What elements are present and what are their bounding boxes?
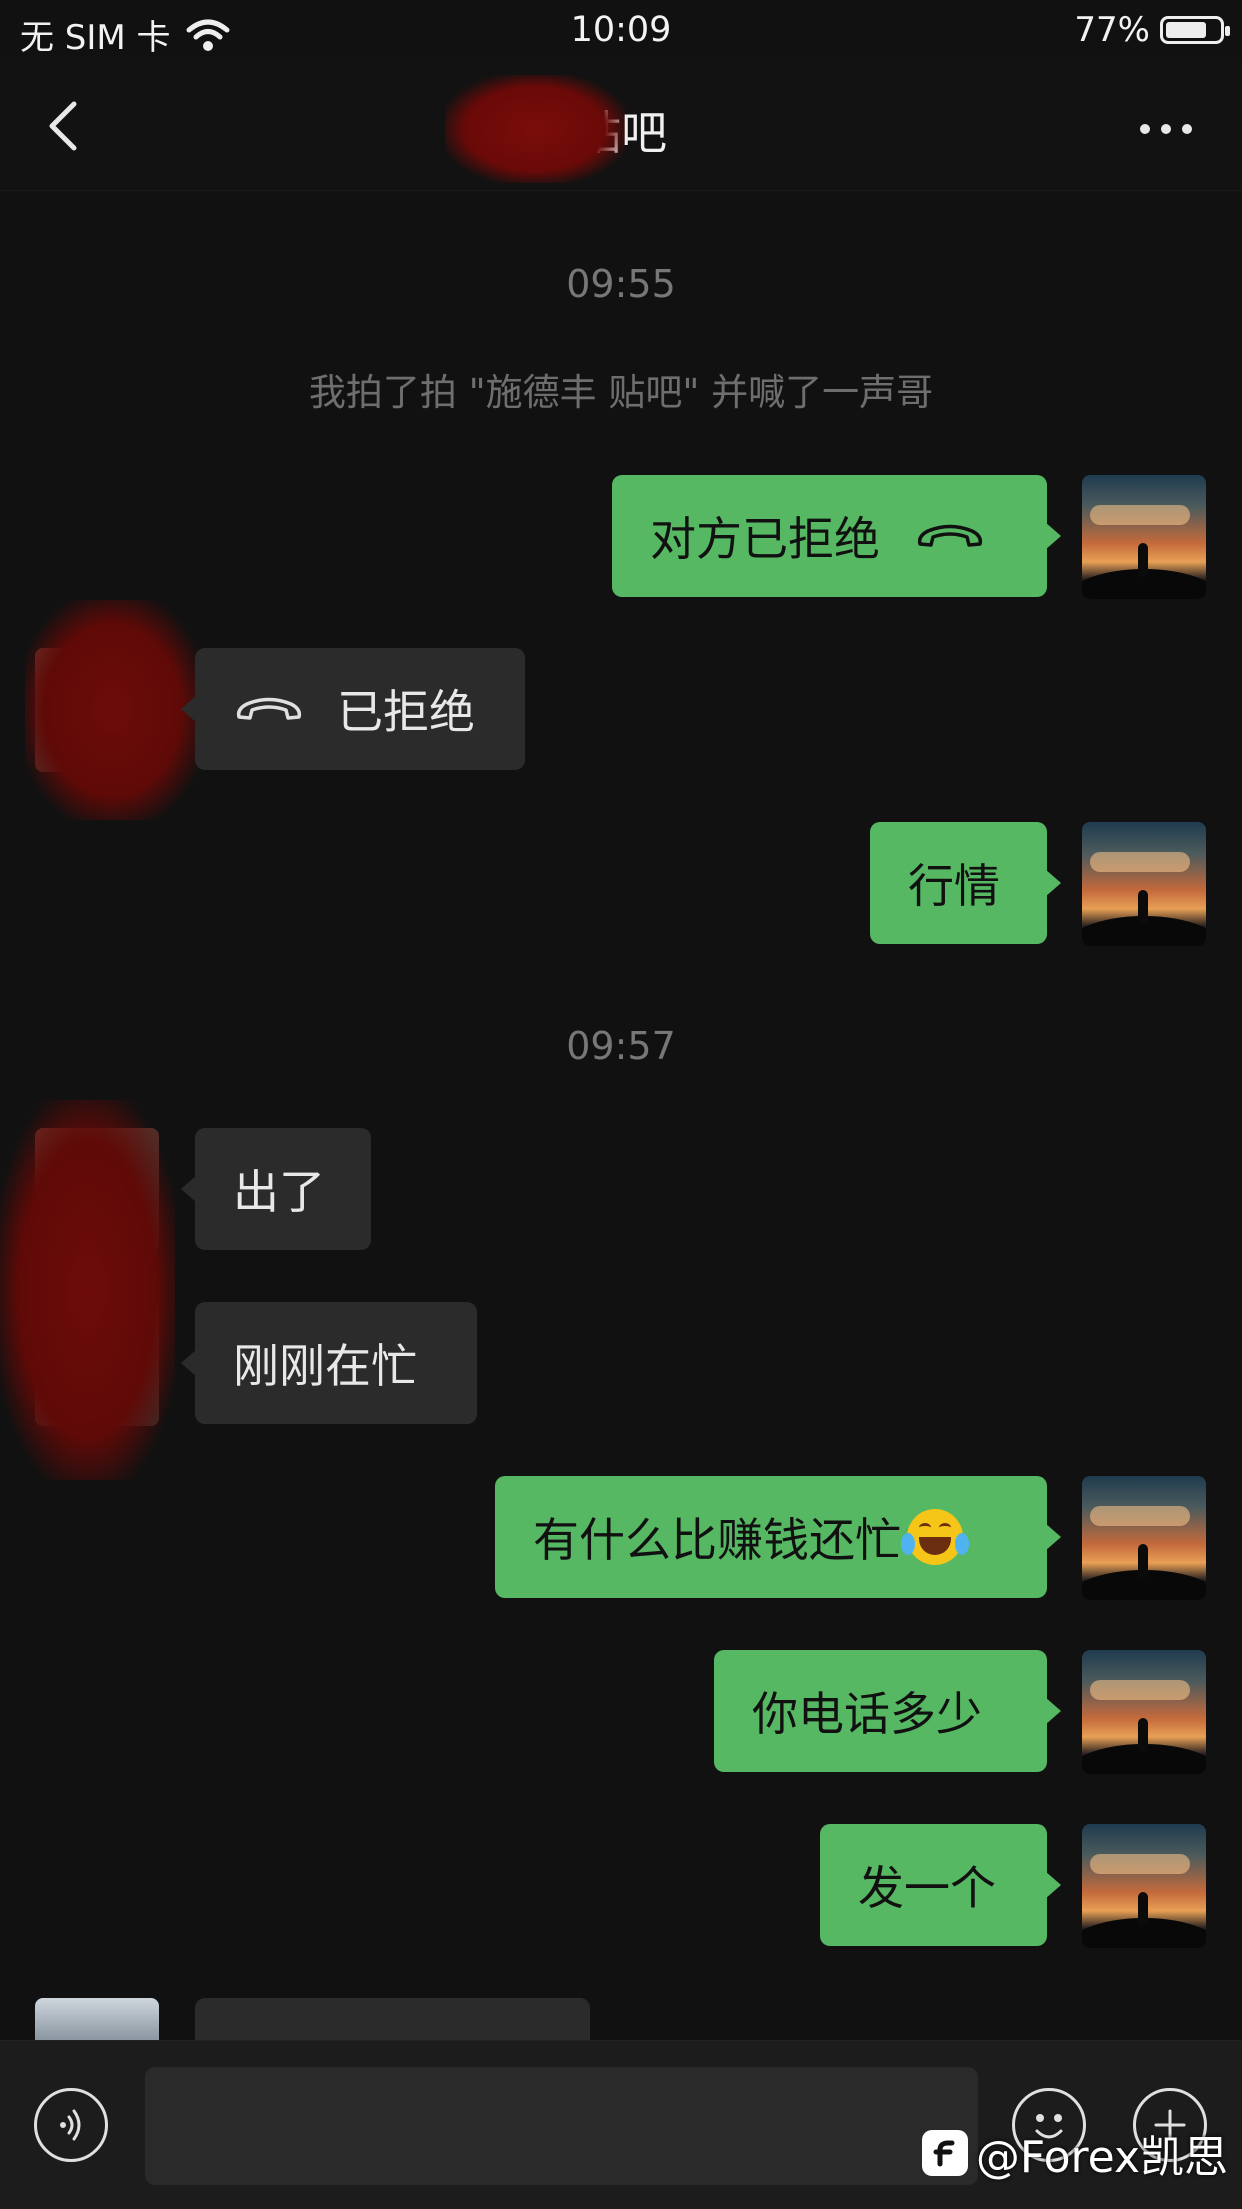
emoji-tear [955,1533,969,1555]
message-bubble-sent[interactable]: 你电话多少 [714,1650,1061,1772]
watermark: @Forex凯思 [921,2121,1228,2185]
input-bar: @Forex凯思 [0,2040,1242,2209]
chat-title-area: 贴吧 [0,75,1242,183]
dot [1161,124,1171,134]
dot [1182,124,1192,134]
message-bubble-sent[interactable]: 发一个 [820,1824,1061,1946]
watermark-text: @Forex凯思 [975,2132,1228,2183]
message-text: 行情 [908,859,1000,913]
message-text: 发一个 [858,1861,996,1915]
avatar-cloud [1090,505,1190,525]
message-bubble-received[interactable]: 刚刚在忙 [181,1302,477,1424]
avatar-cloud [1090,1854,1190,1874]
message-text: 你电话多少 [752,1687,982,1741]
message-bubble-sent[interactable]: 有什么比赚钱还忙 [495,1476,1061,1598]
emoji-eye [939,1523,951,1532]
avatar-person [1138,1892,1148,1926]
platform-logo-icon [921,2130,968,2176]
message-text: 有什么比赚钱还忙 [533,1513,901,1567]
message-text: 已拒绝 [337,685,475,739]
message-bubble-sent[interactable]: 行情 [870,822,1061,944]
status-bar: 无 SIM 卡 10:09 77% [0,0,1242,62]
avatar-contact-partial [35,1998,159,2040]
message-text: 出了 [233,1165,325,1219]
avatar-cloud [1090,852,1190,872]
emoji-eye [919,1523,931,1532]
message-input[interactable] [145,2067,978,2185]
emoji-tear [901,1533,915,1555]
avatar-person [1138,1718,1148,1752]
chat-title: 贴吧 [445,75,667,183]
status-time: 10:09 [570,10,672,50]
redaction-mark [0,1100,175,1480]
avatar-self[interactable] [1082,1650,1206,1774]
battery-percent: 77% [1074,10,1150,50]
voice-icon[interactable] [34,2088,108,2162]
battery-fill [1166,22,1206,38]
message-bubble-partial [195,1998,590,2040]
phone-hangup-icon [917,524,983,547]
message-timestamp: 09:55 [566,262,676,306]
status-right: 77% [1074,10,1230,50]
voice-icon-glyph [60,2109,81,2141]
avatar-self[interactable] [1082,1824,1206,1948]
avatar-person [1138,543,1148,577]
message-bubble-received[interactable]: 出了 [181,1128,371,1250]
avatar-person [1138,1544,1148,1578]
logo-glyph [933,2140,955,2167]
avatar-self[interactable] [1082,822,1206,946]
redaction-mark [445,75,625,183]
phone-hangup-icon [236,697,302,720]
avatar-cloud [1090,1680,1190,1700]
avatar-cloud [1090,1506,1190,1526]
message-text: 刚刚在忙 [233,1339,417,1393]
message-text: 对方已拒绝 [650,512,880,566]
system-message: 我拍了拍 "施德丰 贴吧" 并喊了一声哥 [308,371,934,414]
emoji-mouth [919,1537,951,1555]
avatar-self[interactable] [1082,1476,1206,1600]
message-timestamp: 09:57 [566,1024,676,1068]
redaction-mark [25,600,200,820]
avatar-person [1138,890,1148,924]
message-bubble-sent[interactable]: 对方已拒绝 [612,475,1061,597]
dot [1140,124,1150,134]
more-dots-icon[interactable] [1140,124,1192,134]
chat-header: 贴吧 [0,62,1242,191]
battery-icon [1160,16,1230,44]
avatar-self[interactable] [1082,475,1206,599]
tears-of-joy-emoji-icon [901,1509,969,1565]
message-bubble-received[interactable]: 已拒绝 [181,648,525,770]
